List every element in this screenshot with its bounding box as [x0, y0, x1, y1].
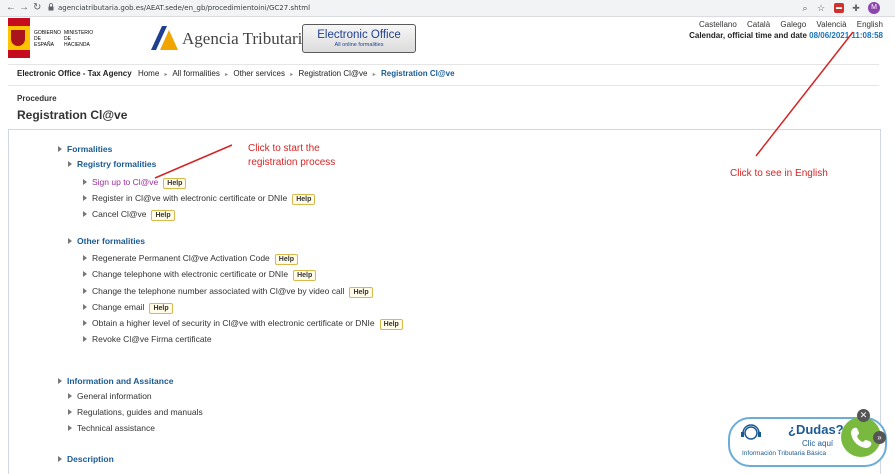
dudas-title: ¿Dudas?	[788, 422, 844, 437]
expand-widget-icon[interactable]: »	[873, 431, 886, 444]
dudas-info: Información Tributaria Básica	[742, 450, 827, 457]
dudas-click: Clic aquí	[802, 439, 834, 448]
close-icon[interactable]: ✕	[857, 409, 870, 422]
arrow-to-english	[755, 31, 854, 157]
annotation-registration: Click to start the registration process	[248, 143, 336, 168]
arrow-to-sign-up	[154, 144, 233, 179]
annotation-english: Click to see in English	[730, 168, 828, 179]
annotation-arrows	[154, 31, 854, 179]
support-agent-icon	[741, 424, 761, 440]
